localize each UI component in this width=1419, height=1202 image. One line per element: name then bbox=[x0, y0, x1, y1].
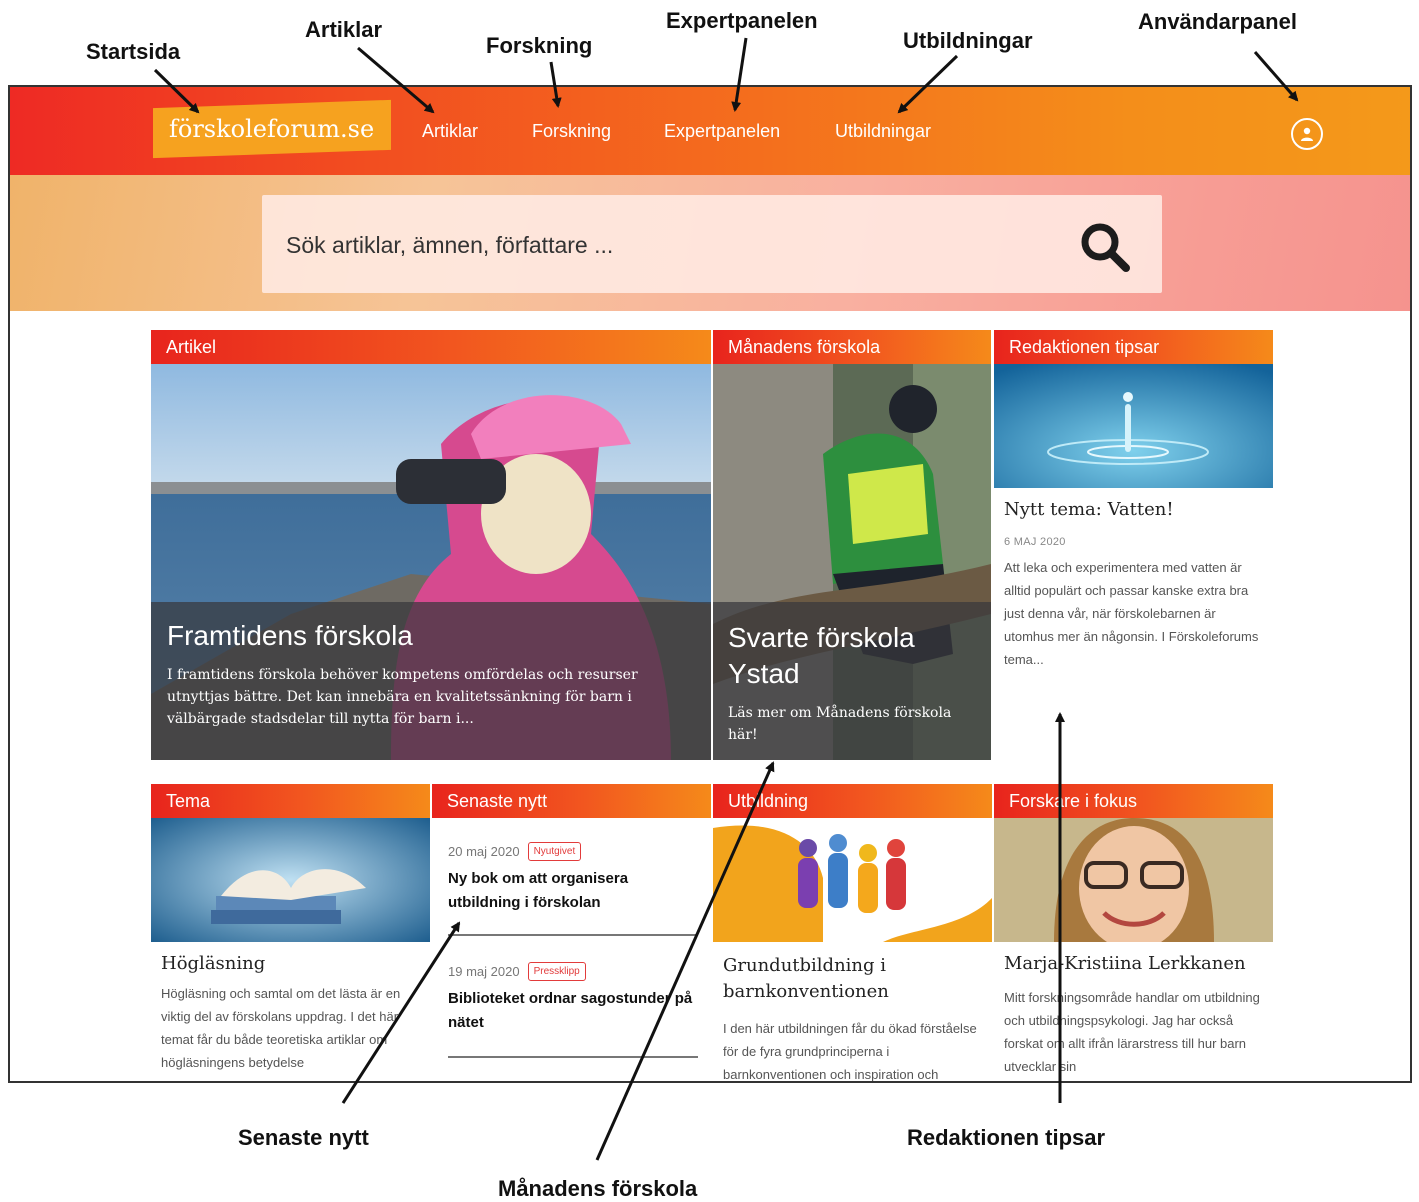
news-date: 20 maj 2020 bbox=[448, 844, 520, 859]
news-date: 19 maj 2020 bbox=[448, 964, 520, 979]
artikel-overlay: Framtidens förskola I framtidens förskol… bbox=[151, 602, 711, 760]
news-badge: Pressklipp bbox=[527, 962, 586, 981]
artikel-title: Framtidens förskola bbox=[167, 620, 413, 651]
news-divider bbox=[448, 1056, 698, 1058]
nav-artiklar[interactable]: Artiklar bbox=[422, 121, 478, 142]
news-divider bbox=[448, 934, 698, 936]
logo-text: förskoleforum.se bbox=[169, 115, 375, 144]
card-header-artikel: Artikel bbox=[151, 330, 711, 364]
news-badge: Nyutgivet bbox=[527, 842, 582, 861]
forskare-text: Mitt forskningsområde handlar om utbildn… bbox=[1004, 990, 1260, 1074]
site-logo[interactable]: förskoleforum.se bbox=[153, 99, 391, 159]
tema-title: Högläsning bbox=[161, 953, 266, 974]
search-input[interactable] bbox=[286, 225, 1046, 265]
callout-expertpanelen: Expertpanelen bbox=[666, 8, 818, 33]
card-header-utbildning: Utbildning bbox=[713, 784, 992, 818]
user-circle-icon bbox=[1301, 127, 1313, 141]
callout-forskning: Forskning bbox=[486, 33, 593, 58]
search-band bbox=[10, 175, 1410, 311]
search-icon[interactable] bbox=[1074, 217, 1138, 277]
water-drop-photo bbox=[994, 364, 1273, 488]
tema-card[interactable]: Högläsning Högläsning och samtal om det … bbox=[151, 818, 430, 1081]
callout-redaktionen-tipsar: Redaktionen tipsar bbox=[907, 1125, 1106, 1150]
card-header-manadens-forskola: Månadens förskola bbox=[713, 330, 991, 364]
manadens-forskola-excerpt: Läs mer om Månadens förskola här! bbox=[728, 705, 952, 743]
card-header-forskare-i-fokus: Forskare i fokus bbox=[994, 784, 1273, 818]
news-title: Ny bok om att organisera utbildning i fö… bbox=[448, 870, 629, 911]
callout-startsida: Startsida bbox=[86, 39, 181, 64]
book-photo bbox=[151, 818, 430, 942]
manadens-forskola-overlay: Svarte förskola Ystad Läs mer om Månaden… bbox=[713, 602, 991, 760]
news-title: Biblioteket ordnar sagostunder på nätet bbox=[448, 990, 693, 1031]
callout-utbildningar: Utbildningar bbox=[903, 28, 1033, 53]
card-header-senaste-nytt: Senaste nytt bbox=[432, 784, 711, 818]
senaste-nytt-card: 20 maj 2020 Nyutgivet Ny bok om att organ… bbox=[432, 818, 711, 1081]
callout-artiklar: Artiklar bbox=[305, 17, 383, 42]
forskare-i-fokus-card[interactable]: Marja-Kristiina Lerkkanen Mitt forskning… bbox=[994, 818, 1273, 1081]
artikel-excerpt: I framtidens förskola behöver kompetens … bbox=[167, 667, 638, 727]
utbildning-title: Grundutbildning i barnkonventionen bbox=[723, 955, 889, 1002]
manadens-forskola-title: Svarte förskola Ystad bbox=[728, 622, 915, 689]
redaktionen-title: Nytt tema: Vatten! bbox=[1004, 499, 1174, 520]
redaktionen-date: 6 MAJ 2020 bbox=[1004, 536, 1066, 548]
utbildning-text: I den här utbildningen får du ökad först… bbox=[723, 1021, 977, 1082]
manadens-forskola-card[interactable]: Svarte förskola Ystad Läs mer om Månaden… bbox=[713, 364, 991, 760]
nav-forskning[interactable]: Forskning bbox=[532, 121, 611, 142]
tema-text: Högläsning och samtal om det lästa är en… bbox=[161, 986, 401, 1070]
callout-senaste-nytt: Senaste nytt bbox=[238, 1125, 369, 1150]
nav-expertpanelen[interactable]: Expertpanelen bbox=[664, 121, 780, 142]
callout-anvandarpanel: Användarpanel bbox=[1138, 9, 1297, 34]
artikel-card[interactable]: Framtidens förskola I framtidens förskol… bbox=[151, 364, 711, 760]
search-box bbox=[262, 195, 1162, 293]
redaktionen-tipsar-card[interactable]: Nytt tema: Vatten! 6 MAJ 2020 Att leka o… bbox=[994, 364, 1273, 762]
card-header-tema: Tema bbox=[151, 784, 430, 818]
redaktionen-text: Att leka och experimentera med vatten är… bbox=[1004, 560, 1259, 667]
children-illustration bbox=[713, 818, 992, 942]
researcher-portrait bbox=[994, 818, 1273, 942]
user-panel-button[interactable] bbox=[1291, 118, 1323, 150]
nav-utbildningar[interactable]: Utbildningar bbox=[835, 121, 931, 142]
news-item[interactable]: 19 maj 2020 Pressklipp Biblioteket ordnar… bbox=[448, 962, 698, 1035]
utbildning-card[interactable]: Grundutbildning i barnkonventionen I den… bbox=[713, 818, 992, 1082]
forskare-title: Marja-Kristiina Lerkkanen bbox=[1004, 953, 1246, 974]
callout-manadens-forskola: Månadens förskola bbox=[498, 1176, 698, 1201]
website-screenshot: förskoleforum.se Artiklar Forskning Expe… bbox=[8, 85, 1412, 1083]
card-header-redaktionen-tipsar: Redaktionen tipsar bbox=[994, 330, 1273, 364]
top-navigation-bar: förskoleforum.se Artiklar Forskning Expe… bbox=[10, 87, 1410, 175]
news-item[interactable]: 20 maj 2020 Nyutgivet Ny bok om att organ… bbox=[448, 842, 698, 915]
